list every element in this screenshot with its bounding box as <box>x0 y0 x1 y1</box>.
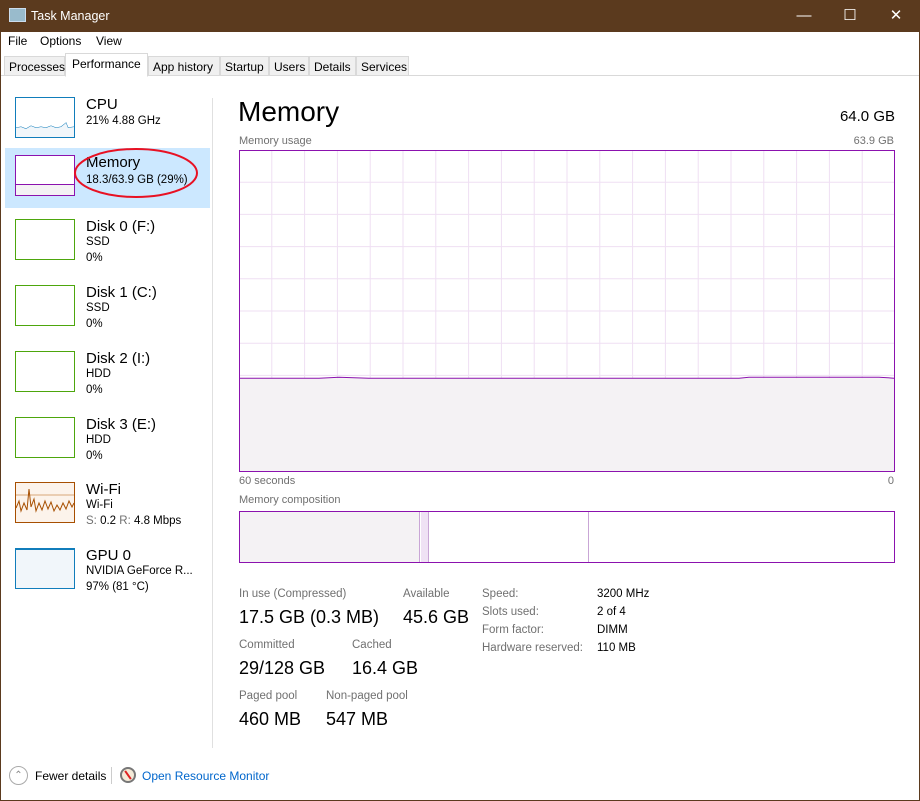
disk-2-usage: 0% <box>86 384 103 396</box>
slots-label: Slots used: <box>482 606 539 618</box>
disk-1-type: SSD <box>86 302 110 314</box>
tab-users[interactable]: Users <box>269 56 309 76</box>
sidebar-item-cpu[interactable]: CPU 21% 4.88 GHz <box>5 90 210 150</box>
minimize-button[interactable]: — <box>781 0 827 32</box>
non-paged-pool-value: 547 MB <box>326 709 389 729</box>
page-title: Memory <box>238 96 340 127</box>
chevron-up-icon[interactable]: ⌃ <box>9 766 28 785</box>
maximize-button[interactable]: ☐ <box>827 0 873 32</box>
sidebar-item-disk-3[interactable]: Disk 3 (E:) HDD 0% <box>5 410 210 470</box>
disk-0-usage: 0% <box>86 252 103 264</box>
non-paged-pool-label: Non-paged pool <box>326 690 408 702</box>
speed-value: 3200 MHz <box>597 588 650 600</box>
tab-performance[interactable]: Performance <box>65 53 148 77</box>
total-memory: 64.0 GB <box>839 108 895 125</box>
disk-1-usage: 0% <box>86 318 103 330</box>
disk-0-type: SSD <box>86 236 110 248</box>
tab-processes[interactable]: Processes <box>4 56 65 76</box>
menu-bar: File Options View <box>1 32 919 50</box>
menu-options[interactable]: Options <box>40 34 81 48</box>
receive-value: 4.8 Mbps <box>133 515 182 527</box>
tab-bar: Processes Performance App history Startu… <box>1 53 919 77</box>
usage-area <box>239 378 895 472</box>
menu-file[interactable]: File <box>8 34 27 48</box>
disk-2-label: Disk 2 (I:) <box>86 350 151 367</box>
hardware-reserved-label: Hardware reserved: <box>482 642 583 654</box>
cached-value: 16.4 GB <box>352 658 419 678</box>
hardware-reserved-value: 110 MB <box>597 642 636 654</box>
resource-monitor-icon <box>120 767 136 783</box>
committed-label: Committed <box>239 639 295 651</box>
disk-2-thumbnail <box>15 351 75 392</box>
disk-2-type: HDD <box>86 368 111 380</box>
sidebar-item-disk-0[interactable]: Disk 0 (F:) SSD 0% <box>5 212 210 272</box>
menu-view[interactable]: View <box>96 34 122 48</box>
wifi-thumbnail <box>15 482 75 523</box>
composition-in-use[interactable] <box>240 512 420 562</box>
app-icon <box>9 8 26 22</box>
wifi-label: Wi-Fi <box>86 481 121 498</box>
slots-value: 2 of 4 <box>597 606 626 618</box>
receive-label: R: <box>119 515 131 527</box>
open-resource-monitor-link[interactable]: Open Resource Monitor <box>142 769 269 783</box>
gpu-label: GPU 0 <box>86 547 132 564</box>
memory-composition-bar <box>239 511 895 563</box>
usage-graph-label: Memory usage <box>239 135 312 147</box>
paged-pool-label: Paged pool <box>239 690 298 702</box>
sidebar-item-memory[interactable]: Memory 18.3/63.9 GB (29%) <box>5 148 210 208</box>
disk-0-label: Disk 0 (F:) <box>86 218 156 235</box>
time-axis-start: 60 seconds <box>239 475 296 487</box>
wifi-adapter: Wi-Fi <box>86 499 113 511</box>
time-axis-end: 0 <box>887 475 894 487</box>
sidebar-item-disk-2[interactable]: Disk 2 (I:) HDD 0% <box>5 344 210 404</box>
disk-1-label: Disk 1 (C:) <box>86 284 157 301</box>
cpu-usage: 21% 4.88 GHz <box>86 115 161 127</box>
memory-usage-graph <box>239 150 895 472</box>
send-value: 0.2 <box>100 515 117 527</box>
footer-divider <box>111 767 112 784</box>
tab-startup[interactable]: Startup <box>220 56 269 76</box>
disk-3-usage: 0% <box>86 450 103 462</box>
send-label: S: <box>86 515 97 527</box>
tab-details[interactable]: Details <box>309 56 356 76</box>
memory-thumbnail <box>15 155 75 196</box>
disk-3-thumbnail <box>15 417 75 458</box>
in-use-label: In use (Compressed) <box>239 588 347 600</box>
sidebar-item-disk-1[interactable]: Disk 1 (C:) SSD 0% <box>5 278 210 338</box>
tab-app-history[interactable]: App history <box>148 56 220 76</box>
composition-label: Memory composition <box>239 494 341 506</box>
usage-graph-max: 63.9 GB <box>853 135 894 147</box>
gpu-usage: 97% (81 °C) <box>86 581 149 593</box>
title-bar: Task Manager — ☐ ✕ <box>0 0 920 32</box>
composition-modified[interactable] <box>421 512 429 562</box>
composition-free[interactable] <box>590 512 894 562</box>
fewer-details-button[interactable]: Fewer details <box>35 769 106 783</box>
window-title: Task Manager <box>31 9 110 23</box>
available-label: Available <box>403 588 450 600</box>
committed-value: 29/128 GB <box>239 658 326 678</box>
disk-0-thumbnail <box>15 219 75 260</box>
available-value: 45.6 GB <box>403 607 470 627</box>
disk-1-thumbnail <box>15 285 75 326</box>
in-use-value: 17.5 GB (0.3 MB) <box>239 607 380 627</box>
wifi-throughput: S: 0.2 R: 4.8 Mbps <box>86 515 181 527</box>
tab-services[interactable]: Services <box>356 56 409 76</box>
sidebar-item-wifi[interactable]: Wi-Fi Wi-Fi S: 0.2 R: 4.8 Mbps <box>5 475 210 535</box>
cpu-label: CPU <box>86 96 118 113</box>
composition-standby[interactable] <box>430 512 589 562</box>
disk-3-label: Disk 3 (E:) <box>86 416 157 433</box>
gpu-model: NVIDIA GeForce R... <box>86 565 193 577</box>
sidebar-item-gpu-0[interactable]: GPU 0 NVIDIA GeForce R... 97% (81 °C) <box>5 541 210 601</box>
gpu-thumbnail <box>15 548 75 589</box>
form-factor-value: DIMM <box>597 624 628 636</box>
disk-3-type: HDD <box>86 434 111 446</box>
red-highlight-ellipse <box>74 148 198 198</box>
cached-label: Cached <box>352 639 392 651</box>
cpu-thumbnail <box>15 97 75 138</box>
paged-pool-value: 460 MB <box>239 709 302 729</box>
close-button[interactable]: ✕ <box>873 0 919 32</box>
speed-label: Speed: <box>482 588 519 600</box>
form-factor-label: Form factor: <box>482 624 544 636</box>
divider <box>212 98 213 748</box>
